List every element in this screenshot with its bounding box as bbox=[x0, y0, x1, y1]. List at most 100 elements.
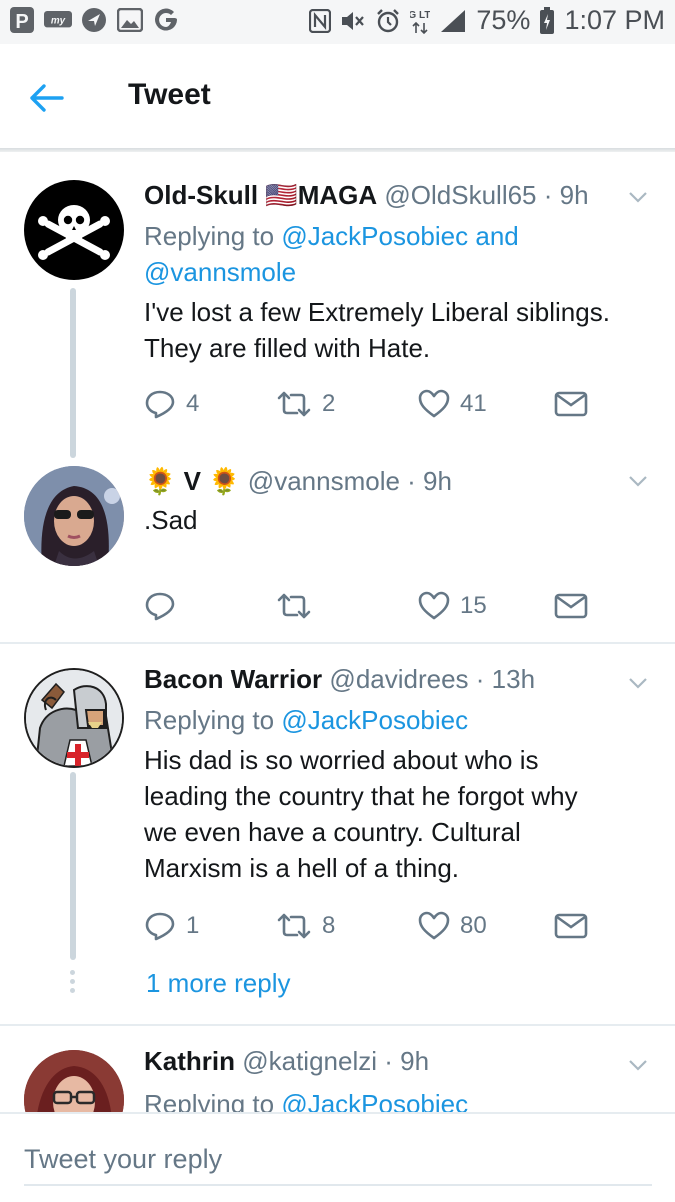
skull-crossbones-icon bbox=[38, 205, 110, 260]
tweet-menu-caret[interactable] bbox=[623, 1050, 653, 1080]
nfc-icon bbox=[309, 8, 332, 33]
status-bar: P my 4G LTE 75% bbox=[0, 0, 675, 44]
tweet-header: 🌻 V 🌻 @vannsmole · 9h bbox=[144, 466, 452, 497]
mention-link[interactable]: @vannsmole bbox=[144, 257, 296, 287]
envelope-icon bbox=[554, 593, 588, 619]
reply-compose-bar bbox=[0, 1112, 675, 1202]
clock: 1:07 PM bbox=[564, 5, 665, 35]
share-dm-button[interactable] bbox=[554, 586, 588, 626]
author-handle[interactable]: @katignelzi bbox=[242, 1046, 377, 1076]
tweet-menu-caret[interactable] bbox=[623, 668, 653, 698]
avatar[interactable] bbox=[24, 180, 124, 280]
tweet-text: .Sad bbox=[144, 502, 649, 538]
author-name[interactable]: 🌻 V 🌻 bbox=[144, 466, 241, 496]
google-icon bbox=[152, 6, 180, 34]
avatar[interactable] bbox=[24, 466, 124, 566]
reply-count: 4 bbox=[186, 390, 200, 417]
tweet-text-line: His dad is so worried about who is bbox=[144, 745, 539, 775]
battery-percent: 75% bbox=[476, 5, 531, 35]
reply-icon bbox=[145, 912, 175, 941]
tweet-text: His dad is so worried about who is leadi… bbox=[144, 742, 649, 886]
author-name[interactable]: Bacon Warrior bbox=[144, 664, 322, 694]
author-handle[interactable]: @vannsmole bbox=[248, 466, 400, 496]
replying-to-label: Replying to bbox=[144, 221, 275, 251]
back-arrow-icon bbox=[30, 84, 64, 112]
app-header: Tweet bbox=[0, 44, 675, 152]
reply-button[interactable]: 1 bbox=[144, 906, 199, 946]
my-app-icon: my bbox=[44, 6, 72, 34]
signal-icon bbox=[439, 8, 467, 34]
mention-link[interactable]: @JackPosobiec bbox=[281, 1089, 468, 1112]
sunflower-emoji: 🌻 bbox=[208, 466, 241, 496]
tweet-time: · 9h bbox=[384, 1046, 430, 1076]
crusader-avatar-illustration bbox=[26, 670, 122, 766]
author-name-text: V bbox=[183, 466, 201, 496]
p-app-icon: P bbox=[8, 6, 36, 34]
like-button[interactable]: 80 bbox=[418, 906, 487, 946]
tweet-text-line: They are filled with Hate. bbox=[144, 333, 431, 363]
reply-count: 1 bbox=[186, 912, 200, 939]
replying-to: Replying to @JackPosobiec bbox=[144, 1086, 468, 1112]
envelope-icon bbox=[554, 391, 588, 417]
avatar[interactable] bbox=[24, 1050, 124, 1112]
reply-button[interactable]: 4 bbox=[144, 384, 199, 424]
sunflower-emoji: 🌻 bbox=[144, 466, 177, 496]
avatar[interactable] bbox=[24, 668, 124, 768]
tweet-time: · 9h bbox=[407, 466, 452, 496]
tweet-katignelzi[interactable]: Kathrin @katignelzi · 9h Replying to @Ja… bbox=[0, 1026, 675, 1112]
network-type-icon: 4G LTE bbox=[410, 7, 430, 35]
author-handle[interactable]: @davidrees bbox=[329, 664, 468, 694]
tweet-text-line: leading the country that he forgot why bbox=[144, 781, 578, 811]
tweet-menu-caret[interactable] bbox=[623, 182, 653, 212]
retweet-icon bbox=[277, 913, 311, 939]
author-name[interactable]: Old-Skull 🇺🇸MAGA bbox=[144, 180, 377, 210]
tweet-time: · 9h bbox=[543, 180, 589, 210]
tweet-time: · 13h bbox=[475, 664, 536, 694]
tweet-oldskull[interactable]: Old-Skull 🇺🇸MAGA @OldSkull65 · 9h Replyi… bbox=[0, 160, 675, 458]
navigation-icon bbox=[80, 6, 108, 34]
system-status: 4G LTE 75% 1:07 PM bbox=[309, 5, 665, 36]
retweet-button[interactable] bbox=[276, 586, 322, 626]
svg-text:4G LTE: 4G LTE bbox=[410, 10, 430, 21]
tweet-menu-caret[interactable] bbox=[623, 466, 653, 496]
reply-button[interactable] bbox=[144, 586, 186, 626]
and-others-link[interactable]: and bbox=[475, 221, 518, 251]
author-handle[interactable]: @OldSkull65 bbox=[384, 180, 536, 210]
reply-icon bbox=[145, 390, 175, 419]
share-dm-button[interactable] bbox=[554, 906, 588, 946]
retweet-count: 8 bbox=[322, 912, 336, 939]
more-replies-dots bbox=[70, 970, 76, 997]
like-count: 15 bbox=[460, 592, 487, 619]
mention-link[interactable]: @JackPosobiec bbox=[281, 705, 468, 735]
retweet-icon bbox=[277, 391, 311, 417]
reply-icon bbox=[145, 592, 175, 621]
svg-text:P: P bbox=[15, 11, 28, 33]
like-button[interactable]: 15 bbox=[418, 586, 487, 626]
retweet-button[interactable]: 2 bbox=[276, 384, 335, 424]
chevron-down-icon bbox=[629, 192, 647, 203]
retweet-button[interactable]: 8 bbox=[276, 906, 335, 946]
replying-to: Replying to @JackPosobiec bbox=[144, 702, 468, 738]
chevron-down-icon bbox=[629, 476, 647, 487]
reply-input[interactable] bbox=[24, 1134, 652, 1186]
chevron-down-icon bbox=[629, 1060, 647, 1071]
svg-text:my: my bbox=[51, 15, 66, 26]
profile-photo bbox=[24, 1050, 124, 1112]
author-name[interactable]: Kathrin bbox=[144, 1046, 235, 1076]
back-button[interactable] bbox=[22, 74, 70, 122]
tweet-davidrees[interactable]: Bacon Warrior @davidrees · 13h Replying … bbox=[0, 644, 675, 1024]
share-dm-button[interactable] bbox=[554, 384, 588, 424]
notification-icons: P my bbox=[8, 6, 180, 34]
show-more-replies-link[interactable]: 1 more reply bbox=[146, 968, 291, 999]
envelope-icon bbox=[554, 913, 588, 939]
mention-link[interactable]: @JackPosobiec bbox=[281, 221, 468, 251]
like-count: 80 bbox=[460, 912, 487, 939]
heart-icon bbox=[418, 591, 450, 620]
tweet-vannsmole[interactable]: 🌻 V 🌻 @vannsmole · 9h .Sad 15 bbox=[0, 450, 675, 642]
like-button[interactable]: 41 bbox=[418, 384, 487, 424]
retweet-count: 2 bbox=[322, 390, 336, 417]
heart-icon bbox=[418, 389, 450, 418]
thread-line bbox=[70, 772, 76, 960]
tweet-text-line: .Sad bbox=[144, 505, 198, 535]
like-count: 41 bbox=[460, 390, 487, 417]
